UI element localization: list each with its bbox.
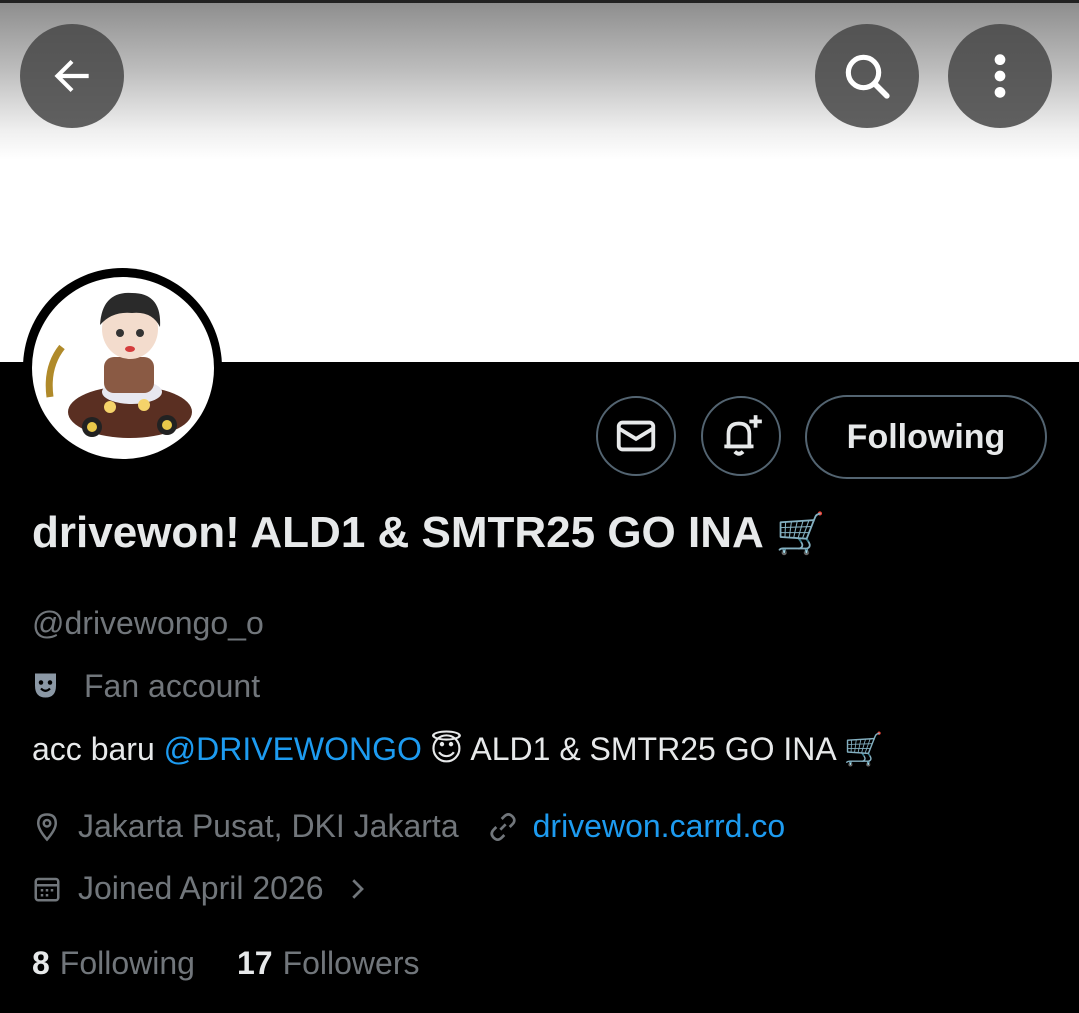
status-divider — [0, 0, 1079, 3]
theater-masks-icon — [32, 670, 68, 704]
display-name: drivewon! ALD1 & SMTR25 GO INA 🛒 — [32, 508, 826, 558]
more-vertical-icon — [994, 54, 1006, 98]
profile-website-link[interactable]: drivewon.carrd.co — [533, 808, 786, 845]
mail-icon — [616, 420, 656, 452]
profile-category-label: Fan account — [84, 668, 261, 704]
followers-label: Followers — [282, 945, 420, 981]
bio-mention-link[interactable]: @DRIVEWONGO — [164, 731, 422, 768]
profile-handle: @drivewongo_o — [32, 605, 264, 641]
bio-prefix: acc baru — [32, 730, 164, 767]
cart-emoji: 🛒 — [843, 731, 884, 767]
profile-meta-location-row: Jakarta Pusat, DKI Jakarta drivewon.carr… — [32, 808, 785, 845]
following-button[interactable]: Following — [805, 395, 1047, 479]
following-count: 8 — [32, 945, 50, 981]
profile-stats: 8 Following 17 Followers — [32, 945, 419, 982]
chevron-right-icon — [346, 874, 368, 904]
avatar-image — [31, 276, 214, 459]
following-button-label: Following — [846, 417, 1006, 456]
link-icon — [487, 811, 519, 843]
display-name-text: drivewon! ALD1 & SMTR25 GO INA — [32, 508, 764, 557]
profile-joined-date: Joined April 2026 — [78, 870, 324, 906]
profile-category: Fan account — [32, 668, 260, 705]
message-button[interactable] — [596, 396, 676, 476]
profile-joined-row[interactable]: Joined April 2026 — [32, 870, 368, 907]
location-pin-icon — [32, 812, 62, 842]
avatar[interactable] — [23, 268, 222, 467]
shopping-cart-emoji: 🛒 — [775, 511, 826, 556]
arrow-left-icon — [54, 59, 89, 93]
bio-suffix: ALD1 & SMTR25 GO INA — [463, 730, 844, 767]
back-button[interactable] — [20, 24, 124, 128]
profile-bio: acc baru @DRIVEWONGO 😇 ALD1 & SMTR25 GO … — [32, 730, 884, 768]
calendar-icon — [32, 874, 62, 904]
following-label: Following — [59, 945, 195, 981]
halo-emoji: 😇 — [429, 731, 464, 767]
bell-plus-icon — [724, 415, 762, 456]
followers-stat[interactable]: 17 Followers — [237, 945, 420, 982]
followers-count: 17 — [236, 945, 273, 981]
notifications-button[interactable] — [701, 396, 781, 476]
search-icon — [845, 54, 890, 99]
more-options-button[interactable] — [948, 24, 1052, 128]
search-button[interactable] — [815, 24, 919, 128]
profile-location: Jakarta Pusat, DKI Jakarta — [78, 808, 459, 844]
following-stat[interactable]: 8 Following — [32, 945, 195, 982]
